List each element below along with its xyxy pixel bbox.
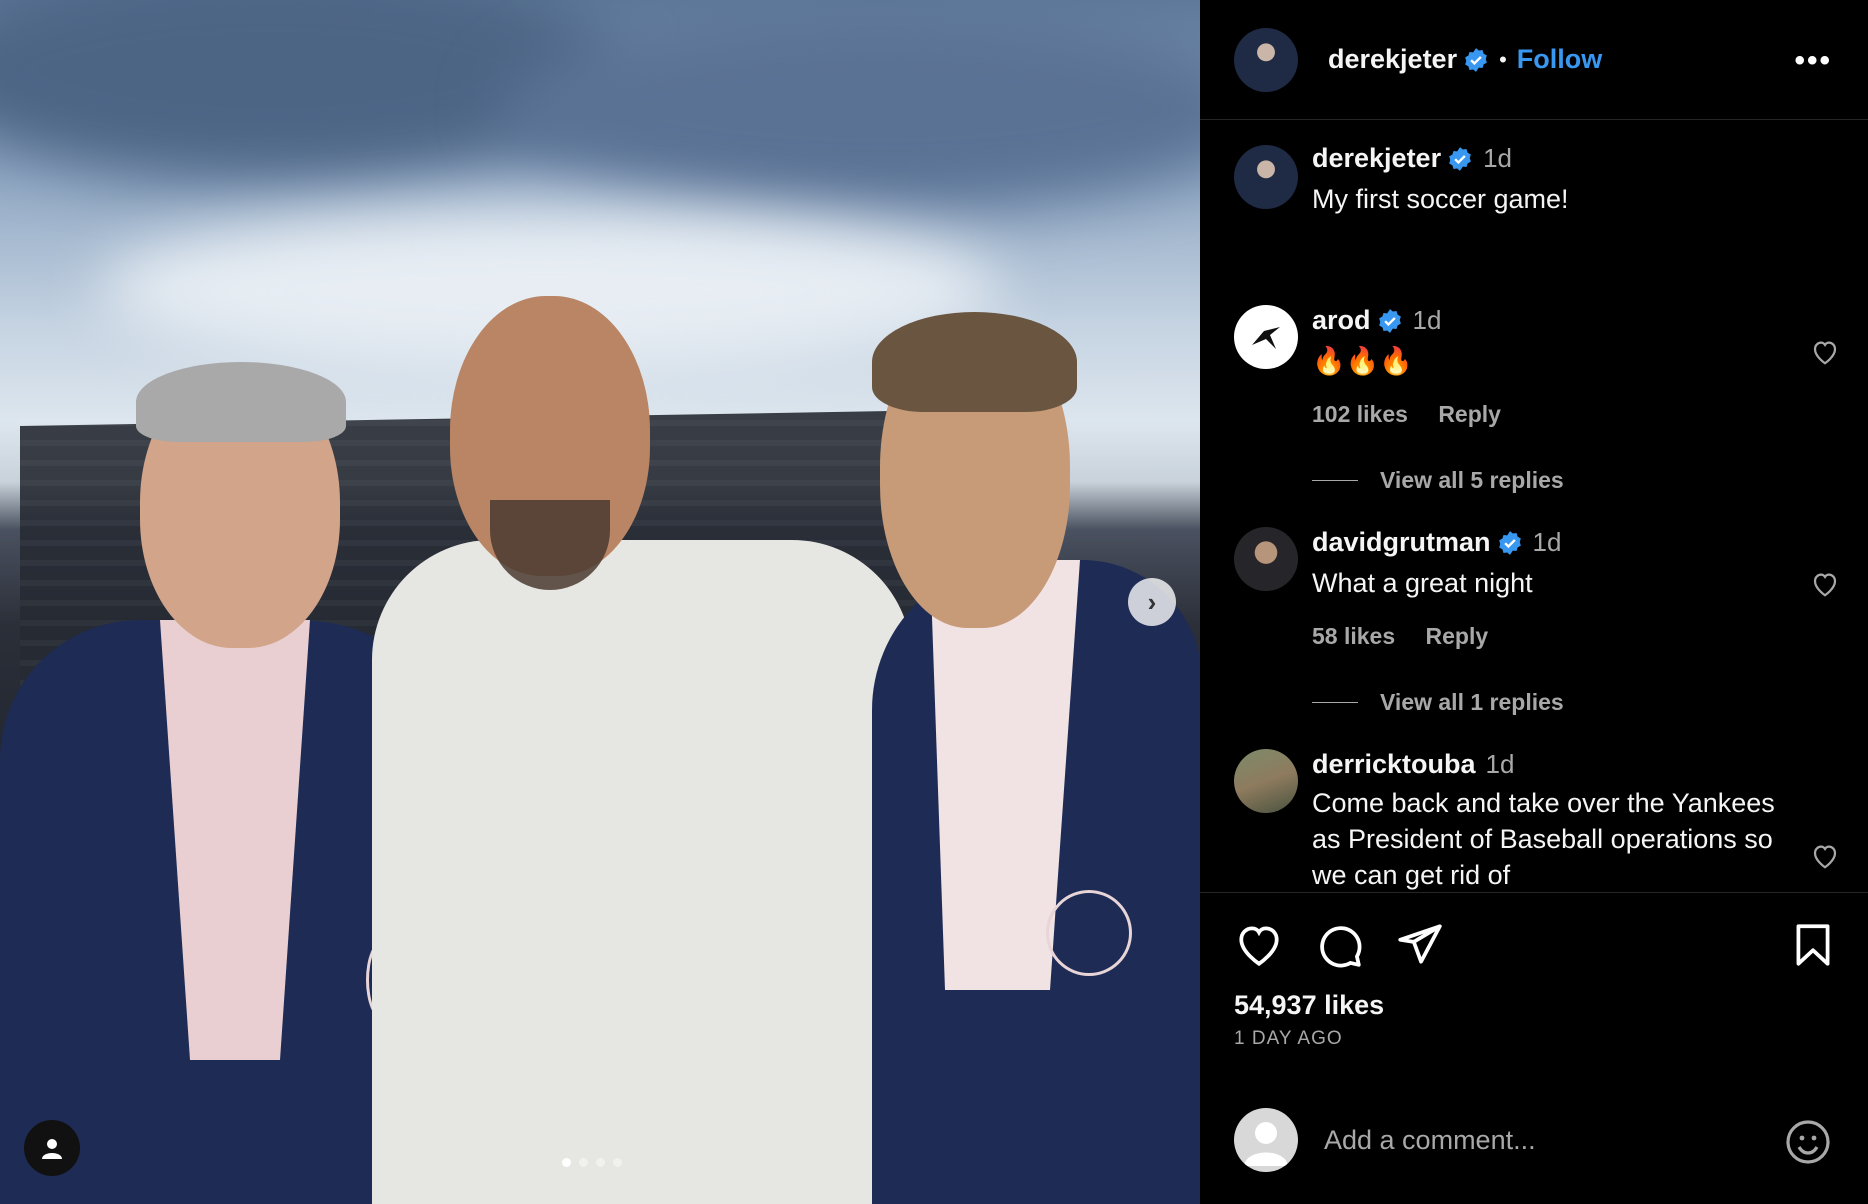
comment-likes[interactable]: 58 likes — [1312, 623, 1395, 649]
comment-text: What a great night — [1312, 568, 1533, 598]
commenter-username[interactable]: derricktouba — [1312, 749, 1476, 780]
verified-badge-icon — [1498, 530, 1521, 555]
comment-like-icon[interactable] — [1810, 841, 1840, 871]
comment-meta: 102 likes Reply — [1312, 401, 1525, 428]
view-replies-label: View all 1 replies — [1380, 689, 1564, 715]
carousel-dot — [613, 1158, 622, 1167]
comment-like-icon[interactable] — [1810, 569, 1840, 599]
comment-header: arod 1d — [1312, 305, 1441, 336]
post-header: derekjeter • Follow ••• — [1200, 0, 1868, 120]
carousel-dot — [579, 1158, 588, 1167]
carousel-next-button[interactable]: › — [1128, 578, 1176, 626]
chevron-right-icon: › — [1147, 586, 1157, 617]
section-divider — [1200, 892, 1868, 893]
caption-time: 1d — [1483, 143, 1513, 173]
hair — [136, 362, 346, 442]
comment-header: derricktouba 1d — [1312, 749, 1514, 780]
paper-plane-icon[interactable] — [1394, 920, 1444, 970]
comment-text: 🔥🔥🔥 — [1312, 346, 1413, 376]
jacket-crest — [1046, 890, 1132, 976]
comment-likes[interactable]: 102 likes — [1312, 401, 1408, 427]
comment-meta: 58 likes Reply — [1312, 623, 1512, 650]
comment-time: 1d — [1485, 749, 1515, 779]
verified-badge-icon — [1465, 47, 1487, 72]
caption-text: My first soccer game! — [1312, 184, 1569, 214]
post-date[interactable]: 1 DAY AGO — [1234, 1028, 1343, 1050]
view-replies-label: View all 5 replies — [1380, 467, 1564, 493]
comment-header: davidgrutman 1d — [1312, 527, 1561, 558]
heart-icon[interactable] — [1234, 920, 1284, 970]
smiley-icon[interactable] — [1784, 1118, 1832, 1166]
tagged-users-button[interactable] — [24, 1120, 80, 1176]
post-details-panel: derekjeter • Follow ••• derekjeter 1d My… — [1200, 0, 1868, 1204]
section-divider — [1200, 1072, 1868, 1073]
commenter-avatar[interactable] — [1234, 749, 1298, 813]
commenter-avatar[interactable] — [1234, 527, 1298, 591]
replies-line — [1312, 702, 1358, 703]
post-media[interactable]: › — [0, 0, 1200, 1204]
comments-list[interactable]: derekjeter 1d My first soccer game! arod — [1200, 121, 1868, 891]
carousel-dot — [562, 1158, 571, 1167]
bookmark-icon[interactable] — [1788, 920, 1838, 970]
likes-count[interactable]: 54,937 likes — [1234, 990, 1384, 1021]
comment-like-icon[interactable] — [1810, 337, 1840, 367]
comment-time: 1d — [1412, 305, 1442, 335]
commenter-username[interactable]: davidgrutman — [1312, 527, 1491, 558]
comment-input[interactable] — [1324, 1110, 1764, 1170]
carousel-dot — [596, 1158, 605, 1167]
add-comment-bar — [1200, 1080, 1868, 1204]
commenter-username[interactable]: arod — [1312, 305, 1371, 336]
caption-avatar[interactable] — [1234, 145, 1298, 209]
more-icon: ••• — [1794, 44, 1832, 77]
comment-bubble-icon[interactable] — [1314, 920, 1364, 970]
follow-button[interactable]: Follow — [1517, 44, 1602, 75]
comment-text: Come back and take over the Yankees as P… — [1312, 788, 1775, 890]
verified-badge-icon — [1449, 146, 1471, 171]
verified-badge-icon — [1378, 308, 1401, 333]
caption-header: derekjeter 1d — [1312, 143, 1512, 174]
user-tag-icon — [42, 1139, 62, 1159]
commenter-avatar[interactable] — [1234, 305, 1298, 369]
separator-dot: • — [1499, 46, 1507, 72]
default-avatar-icon — [1244, 1122, 1288, 1166]
action-bar — [1200, 920, 1868, 980]
author-avatar[interactable] — [1234, 28, 1298, 92]
caption-username[interactable]: derekjeter — [1312, 143, 1441, 174]
view-replies-button[interactable]: View all 1 replies — [1312, 689, 1564, 716]
comment-time: 1d — [1532, 527, 1562, 557]
current-user-avatar — [1234, 1108, 1298, 1172]
reply-button[interactable]: Reply — [1438, 401, 1501, 427]
carousel-indicator — [562, 1158, 622, 1167]
arod-logo-icon — [1252, 327, 1280, 349]
sky-cloud — [500, 10, 1200, 210]
more-options-button[interactable]: ••• — [1794, 44, 1832, 78]
hair — [872, 312, 1077, 412]
white-tshirt — [372, 540, 912, 1204]
replies-line — [1312, 480, 1358, 481]
author-username[interactable]: derekjeter — [1328, 44, 1457, 75]
header-identity: derekjeter • Follow — [1328, 44, 1602, 75]
reply-button[interactable]: Reply — [1426, 623, 1489, 649]
view-replies-button[interactable]: View all 5 replies — [1312, 467, 1564, 494]
